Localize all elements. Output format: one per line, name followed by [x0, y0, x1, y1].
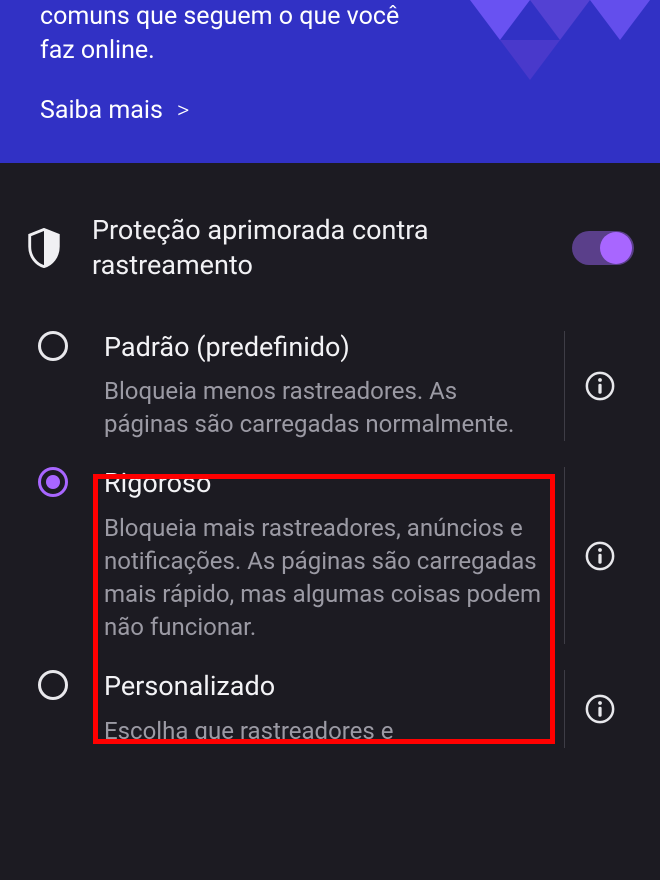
- option-info-wrap: [564, 670, 634, 748]
- option-radio-wrap: [26, 670, 104, 748]
- tracking-protection-toggle[interactable]: [572, 231, 634, 265]
- info-icon[interactable]: [585, 694, 615, 724]
- radio-custom[interactable]: [38, 670, 68, 700]
- option-custom: Personalizado Escolha que rastreadores e: [26, 670, 634, 748]
- option-desc: Bloqueia menos rastreadores. As páginas …: [104, 375, 546, 441]
- option-info-wrap: [564, 467, 634, 644]
- option-body-standard[interactable]: Padrão (predefinido) Bloqueia menos rast…: [104, 331, 558, 442]
- learn-more-label: Saiba mais: [40, 96, 163, 125]
- option-title: Rigoroso: [104, 467, 546, 499]
- learn-more-link[interactable]: Saiba mais >: [40, 96, 189, 125]
- option-body-strict[interactable]: Rigoroso Bloqueia mais rastreadores, anú…: [104, 467, 558, 644]
- banner-decoration: [440, 0, 660, 110]
- option-standard: Padrão (predefinido) Bloqueia menos rast…: [26, 331, 634, 442]
- radio-standard[interactable]: [38, 331, 68, 361]
- section-title: Proteção aprimorada contra rastreamento: [92, 213, 542, 283]
- info-icon[interactable]: [585, 541, 615, 571]
- option-strict: Rigoroso Bloqueia mais rastreadores, anú…: [26, 467, 634, 644]
- option-body-custom[interactable]: Personalizado Escolha que rastreadores e: [104, 670, 558, 748]
- chevron-right-icon: >: [177, 96, 189, 124]
- info-icon[interactable]: [585, 371, 615, 401]
- toggle-thumb: [600, 232, 632, 264]
- option-desc: Escolha que rastreadores e: [104, 715, 546, 748]
- tracking-protection-section: Proteção aprimorada contra rastreamento …: [0, 163, 660, 748]
- section-header: Proteção aprimorada contra rastreamento: [26, 213, 634, 283]
- radio-strict[interactable]: [38, 467, 68, 497]
- info-banner: comuns que seguem o que você faz online.…: [0, 0, 660, 163]
- banner-text: comuns que seguem o que você faz online.: [40, 0, 420, 68]
- option-desc: Bloqueia mais rastreadores, anúncios e n…: [104, 512, 546, 644]
- option-title: Padrão (predefinido): [104, 331, 546, 363]
- option-info-wrap: [564, 331, 634, 442]
- option-radio-wrap: [26, 331, 104, 442]
- option-title: Personalizado: [104, 670, 546, 702]
- shield-icon: [26, 228, 62, 268]
- option-radio-wrap: [26, 467, 104, 644]
- protection-level-options: Padrão (predefinido) Bloqueia menos rast…: [26, 331, 634, 748]
